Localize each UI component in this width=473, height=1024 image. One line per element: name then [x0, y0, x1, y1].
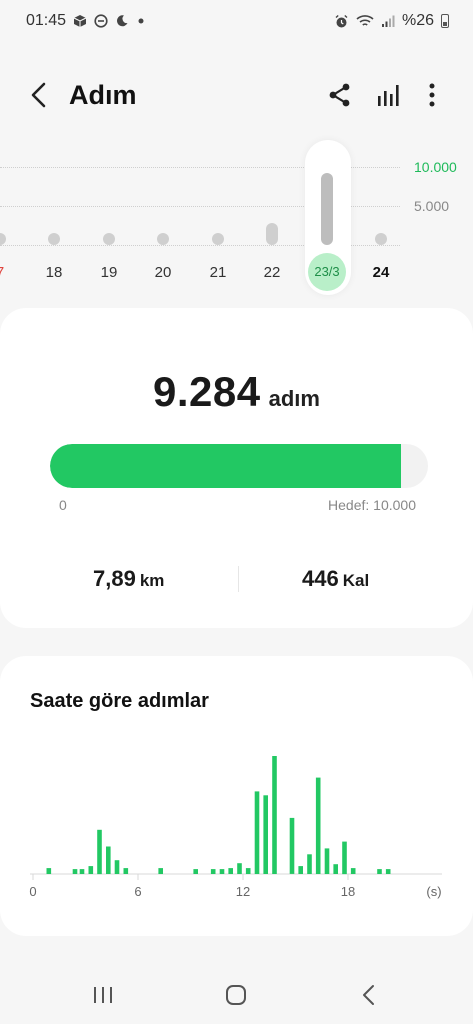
- steps-unit: adım: [268, 386, 320, 411]
- mid-gridline-label: 5.000: [414, 198, 450, 214]
- page-title: Adım: [69, 80, 137, 110]
- package-icon: [73, 15, 87, 27]
- day-bar[interactable]: [103, 233, 115, 245]
- day-label[interactable]: 19: [89, 264, 129, 281]
- hourly-bar: [158, 868, 163, 874]
- status-bar: 01:45 %26: [0, 0, 473, 42]
- hourly-bar: [114, 860, 120, 874]
- system-navigation-bar: [0, 960, 473, 1024]
- hourly-bar: [97, 829, 102, 875]
- goal-gridline-label: 10.000: [414, 159, 457, 175]
- stat-divider: [238, 566, 239, 592]
- day-bar[interactable]: [0, 233, 6, 245]
- do-not-disturb-icon: [94, 14, 108, 28]
- distance-value: 7,89: [93, 566, 136, 591]
- x-tick-label: 18: [341, 884, 355, 899]
- app-header: Adım: [0, 70, 473, 120]
- day-label[interactable]: 7: [0, 264, 20, 281]
- calories-value: 446: [302, 566, 339, 591]
- hourly-bar: [307, 854, 312, 874]
- x-axis-unit: (s): [426, 884, 441, 899]
- hourly-bar: [315, 777, 321, 874]
- x-tick-label: 6: [134, 884, 141, 899]
- hourly-bar: [106, 846, 111, 874]
- progress-min-label: 0: [59, 497, 67, 513]
- day-label[interactable]: 18: [34, 264, 74, 281]
- hourly-bar: [254, 791, 260, 874]
- notification-dot-icon: [138, 18, 144, 24]
- battery-percent: %26: [401, 12, 434, 29]
- distance-stat: 7,89 km: [93, 566, 164, 592]
- day-bar[interactable]: [157, 233, 169, 245]
- day-label[interactable]: 20: [143, 264, 183, 281]
- hourly-bar: [289, 817, 295, 874]
- hourly-bar: [210, 869, 216, 874]
- distance-unit: km: [139, 571, 165, 590]
- hourly-bar: [228, 868, 233, 874]
- x-tick-label: 12: [236, 884, 250, 899]
- steps-summary-card: 9.284 adım 0 Hedef: 10.000 7,89 km 446 Kal: [0, 308, 473, 628]
- moon-icon: [117, 15, 128, 27]
- hourly-steps-card: Saate göre adımlar 0 6 12 18 (s): [0, 656, 473, 936]
- steps-progress-bar: [50, 444, 428, 488]
- hourly-bar: [88, 866, 94, 874]
- calories-stat: 446 Kal: [302, 566, 369, 592]
- steps-progress-fill: [50, 444, 401, 488]
- hourly-bar: [219, 869, 225, 874]
- day-bar[interactable]: [375, 233, 387, 245]
- selected-day-label[interactable]: 23/3: [308, 253, 346, 291]
- back-icon[interactable]: [354, 980, 384, 1010]
- daily-steps-strip: 10.000 5.000 7 18 19 20 21 22 23/3 24: [0, 140, 473, 300]
- hourly-bar: [272, 756, 277, 874]
- hourly-bar: [79, 869, 85, 874]
- more-vertical-icon[interactable]: [419, 82, 445, 108]
- chevron-left-icon[interactable]: [28, 81, 52, 109]
- day-bar[interactable]: [212, 233, 224, 245]
- hourly-bar: [298, 866, 303, 874]
- signal-icon: [381, 15, 395, 27]
- day-bar[interactable]: [48, 233, 60, 245]
- battery-icon: [441, 14, 449, 28]
- hourly-bar: [263, 795, 268, 874]
- status-left: 01:45: [26, 12, 146, 30]
- hourly-bar: [123, 868, 129, 874]
- hourly-bar: [333, 864, 338, 874]
- hourly-bar: [350, 868, 356, 874]
- bar-chart-icon[interactable]: [376, 82, 402, 108]
- hourly-steps-chart: 0 6 12 18 (s): [29, 756, 442, 899]
- day-label[interactable]: 22: [252, 264, 292, 281]
- share-icon[interactable]: [327, 82, 353, 108]
- hourly-bar: [245, 868, 251, 874]
- day-label[interactable]: 24: [361, 264, 401, 281]
- hourly-bar: [324, 848, 330, 874]
- day-bar[interactable]: [266, 223, 278, 245]
- hourly-bar: [72, 869, 78, 874]
- wifi-icon: [356, 15, 374, 26]
- recents-icon[interactable]: [88, 980, 118, 1010]
- status-right: %26: [334, 12, 449, 30]
- day-bar[interactable]: [321, 172, 333, 245]
- alarm-icon: [335, 14, 348, 27]
- home-icon[interactable]: [221, 980, 251, 1010]
- hourly-bar: [46, 868, 52, 874]
- calories-unit: Kal: [342, 571, 370, 590]
- hourly-bar: [377, 869, 382, 874]
- hourly-bar: [237, 863, 242, 874]
- steps-value: 9.284: [153, 368, 261, 415]
- hourly-bar: [385, 869, 391, 874]
- steps-total: 9.284 adım: [0, 368, 473, 416]
- hourly-bar: [193, 869, 198, 874]
- status-time: 01:45: [26, 12, 67, 29]
- hourly-bar: [342, 841, 347, 875]
- day-label[interactable]: 21: [198, 264, 238, 281]
- progress-goal-label: Hedef: 10.000: [328, 497, 416, 513]
- x-tick-label: 0: [29, 884, 36, 899]
